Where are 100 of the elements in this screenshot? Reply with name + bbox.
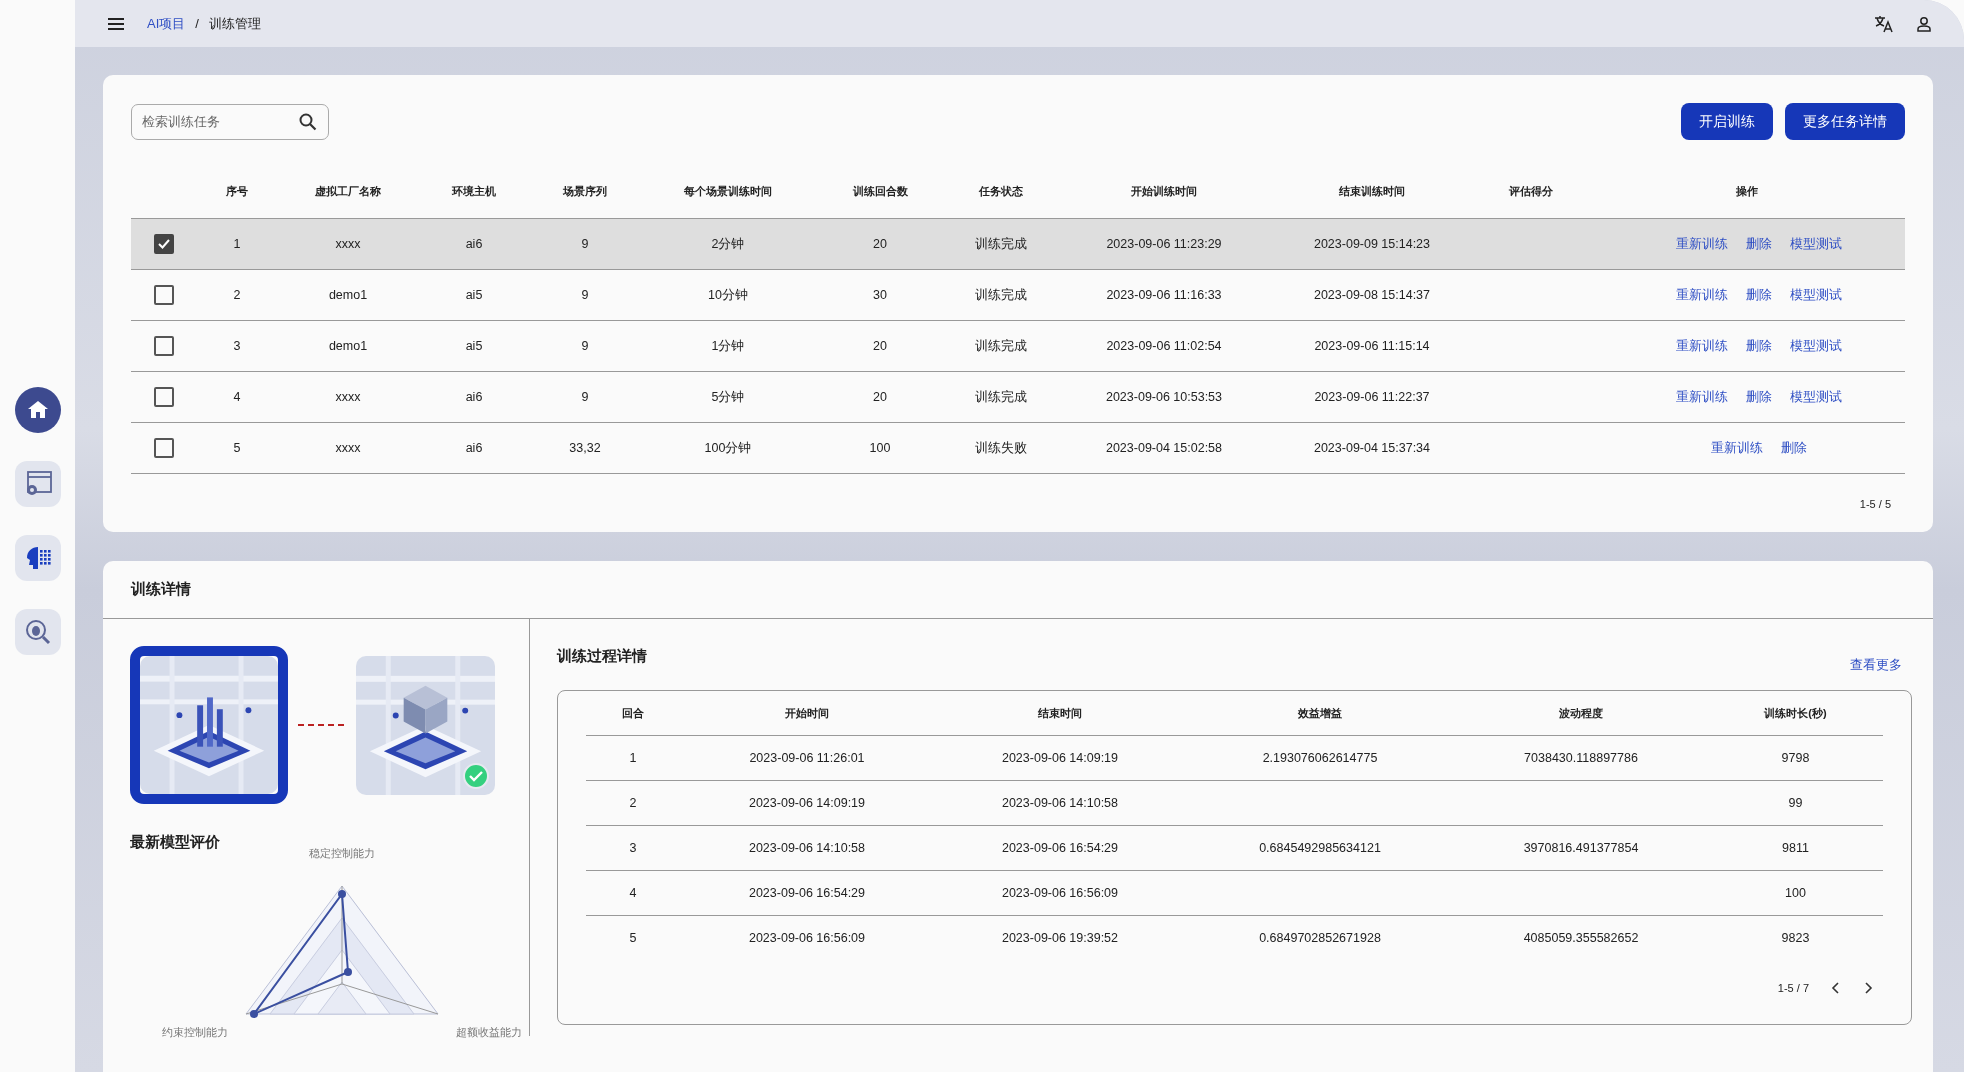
axis-label: 约束控制能力: [162, 1025, 228, 1040]
section-title: 训练详情: [103, 561, 1933, 619]
column-header: 训练回合数: [851, 183, 909, 199]
action-link[interactable]: 删除: [1746, 337, 1772, 355]
table-cell: 100: [869, 441, 891, 455]
column-header: 结束训练时间: [1338, 183, 1406, 199]
table-cell: 训练完成: [975, 338, 1027, 353]
action-link[interactable]: 删除: [1746, 388, 1772, 406]
section-title: 最新模型评价: [130, 833, 221, 852]
axis-label: 超额收益能力: [456, 1025, 522, 1040]
table-cell: 2023-09-06 11:02:54: [1106, 339, 1222, 353]
action-link[interactable]: 删除: [1781, 439, 1807, 457]
checkbox[interactable]: [154, 234, 174, 254]
primary-button[interactable]: 更多任务详情: [1785, 103, 1905, 140]
table-cell: ai6: [465, 441, 483, 455]
checkbox[interactable]: [154, 336, 174, 356]
chevron-left-icon[interactable]: [1831, 982, 1841, 994]
table-cell: ai6: [465, 390, 483, 404]
user-icon[interactable]: [1916, 15, 1932, 32]
column-header: 回合: [621, 705, 645, 721]
translate-icon[interactable]: [1874, 14, 1894, 33]
data-point: [338, 890, 346, 898]
column-header: 开始训练时间: [1130, 183, 1198, 199]
action-link[interactable]: 模型测试: [1790, 337, 1842, 355]
action-link[interactable]: 重新训练: [1711, 439, 1763, 457]
table-cell: 2023-09-06 16:54:29: [1001, 841, 1119, 855]
chevron-right-icon[interactable]: [1863, 982, 1873, 994]
menu-icon[interactable]: [107, 16, 125, 31]
action-link[interactable]: 模型测试: [1790, 286, 1842, 304]
table-cell: 2023-09-06 11:23:29: [1106, 237, 1222, 251]
table-cell: 训练完成: [975, 389, 1027, 404]
table-cell: ai5: [465, 288, 483, 302]
action-link[interactable]: 删除: [1746, 235, 1772, 253]
action-link[interactable]: 重新训练: [1676, 337, 1728, 355]
breadcrumb-separator: /: [195, 16, 199, 31]
selection-frame[interactable]: [130, 646, 288, 804]
table-cell: 2023-09-06 19:39:52: [1001, 931, 1119, 945]
table-cell: xxxx: [335, 237, 361, 251]
table-cell: 9798: [1781, 751, 1810, 765]
column-header: 序号: [225, 183, 249, 199]
table-cell: 5: [629, 931, 637, 945]
table-cell: 2: [233, 288, 241, 302]
data-point: [250, 1010, 258, 1018]
action-link[interactable]: 删除: [1746, 286, 1772, 304]
primary-button[interactable]: 开启训练: [1681, 103, 1773, 140]
table-cell: 1分钟: [711, 338, 745, 353]
table-cell: 2023-09-06 11:16:33: [1106, 288, 1222, 302]
checkbox[interactable]: [154, 438, 174, 458]
action-link[interactable]: 重新训练: [1676, 286, 1728, 304]
table-cell: 20: [873, 237, 887, 251]
action-link[interactable]: 重新训练: [1676, 235, 1728, 253]
action-link[interactable]: 模型测试: [1790, 235, 1842, 253]
table-cell: 5: [233, 441, 241, 455]
pagination-text: 1-5 / 7: [1777, 982, 1809, 994]
breadcrumb-link[interactable]: AI项目: [147, 14, 186, 33]
table-cell: 5分钟: [711, 389, 745, 404]
check-icon: [157, 237, 171, 251]
section-title: 训练过程详情: [557, 647, 647, 666]
column-header: 波动程度: [1558, 705, 1604, 721]
table-cell: 0.6845492985634121: [1259, 841, 1381, 855]
checkbox[interactable]: [154, 387, 174, 407]
table-cell: 2023-09-06 14:09:19: [1001, 751, 1119, 765]
table-cell: 2023-09-04 15:37:34: [1313, 441, 1431, 455]
table-cell: 33,32: [569, 441, 601, 455]
table-cell: 2023-09-06 16:56:09: [748, 931, 866, 945]
column-header: 训练时长(秒): [1763, 705, 1828, 721]
table-cell: demo1: [328, 339, 368, 353]
table-cell: 2023-09-06 11:26:01: [749, 751, 865, 765]
data-point: [344, 968, 352, 976]
table-cell: 9: [581, 390, 589, 404]
table-cell: 2分钟: [711, 236, 745, 251]
table-cell: 4: [233, 390, 241, 404]
column-header: 操作: [1735, 183, 1759, 199]
table-cell: 2023-09-06 14:09:19: [748, 796, 866, 810]
table-cell: 30: [873, 288, 887, 302]
column-header: 虚拟工厂名称: [314, 183, 382, 199]
table-cell: 2023-09-06 10:53:53: [1105, 390, 1223, 404]
column-header: 开始时间: [784, 705, 830, 721]
table-cell: 2023-09-06 14:10:58: [1001, 796, 1119, 810]
table-cell: xxxx: [335, 441, 361, 455]
table-cell: ai6: [465, 237, 483, 251]
table-cell: 20: [873, 339, 887, 353]
table-cell: 9811: [1782, 841, 1809, 855]
nav-button[interactable]: [14, 461, 61, 507]
nav-button[interactable]: [14, 609, 61, 655]
more-link[interactable]: 查看更多: [1850, 656, 1902, 674]
column-header: 效益增益: [1297, 705, 1343, 721]
table-cell: 2023-09-06 14:10:58: [748, 841, 866, 855]
table-cell: 7038430.118897786: [1524, 751, 1638, 765]
nav-button[interactable]: [14, 535, 61, 581]
table-cell: 100: [1785, 886, 1806, 900]
search-field[interactable]: 检索训练任务: [131, 103, 329, 140]
table-cell: ai5: [465, 339, 483, 353]
action-link[interactable]: 重新训练: [1676, 388, 1728, 406]
table-cell: 2023-09-09 15:14:23: [1313, 237, 1431, 251]
action-link[interactable]: 模型测试: [1790, 388, 1842, 406]
table-cell: 2023-09-04 15:02:58: [1105, 441, 1223, 455]
nav-button[interactable]: [14, 387, 61, 433]
table-cell: 2023-09-06 11:15:14: [1314, 339, 1430, 353]
checkbox[interactable]: [154, 285, 174, 305]
